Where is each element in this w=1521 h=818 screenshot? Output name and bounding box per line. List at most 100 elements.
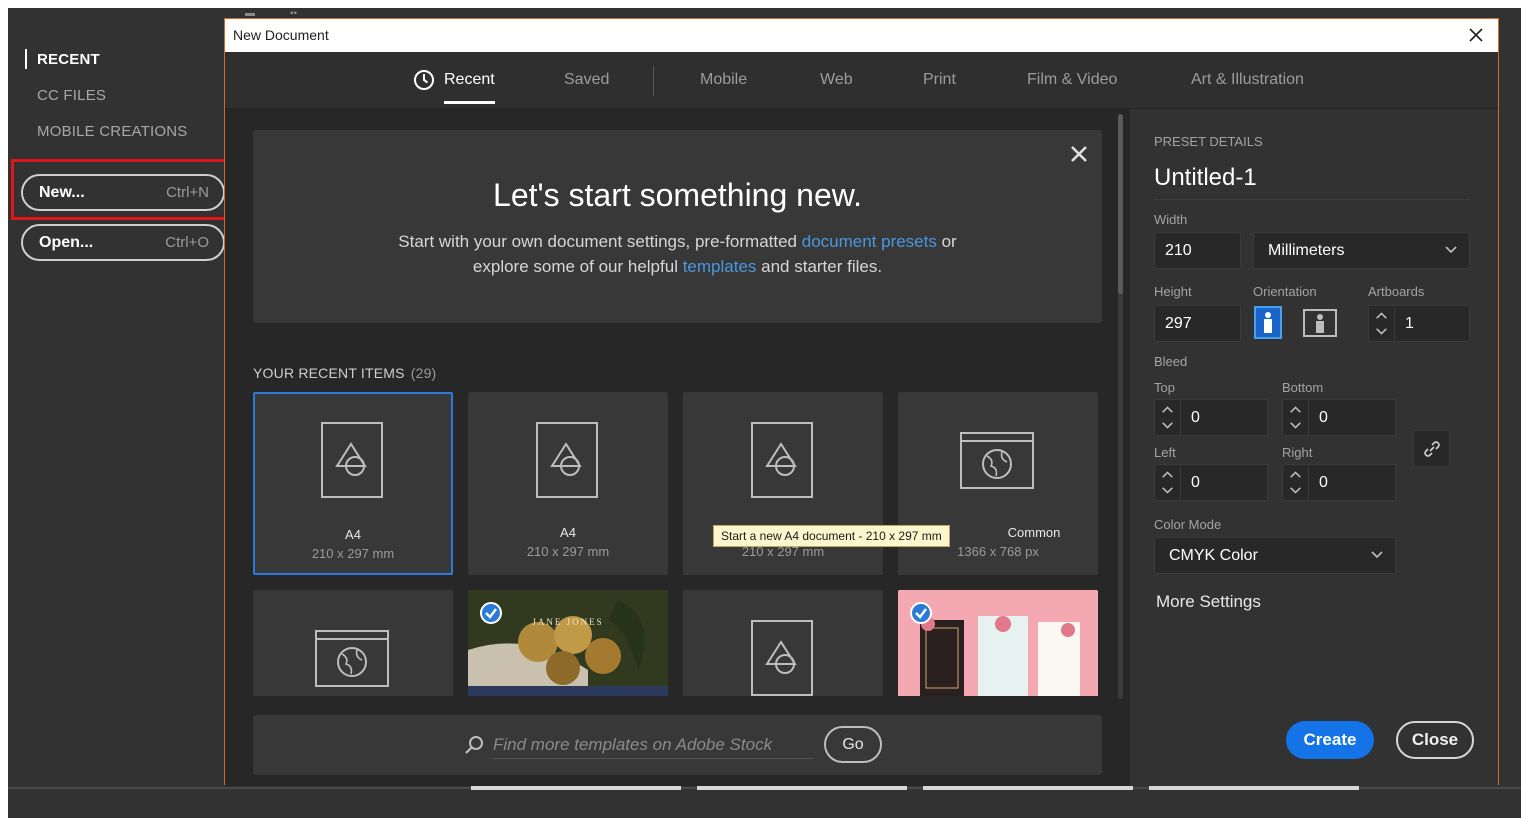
- artboard-shapes-icon: [321, 422, 383, 498]
- create-button[interactable]: Create: [1286, 721, 1374, 759]
- link-icon: [1424, 441, 1440, 457]
- recent-item-card[interactable]: A4 210 x 297 mm: [253, 392, 453, 575]
- stepper-arrows-icon[interactable]: [1155, 400, 1181, 435]
- checkmark-icon: [485, 608, 497, 619]
- stepper-arrows-icon[interactable]: [1283, 400, 1309, 435]
- web-globe-icon: [960, 432, 1034, 489]
- height-input[interactable]: 297: [1154, 305, 1241, 342]
- width-label: Width: [1154, 212, 1188, 227]
- recent-heading-label: YOUR RECENT ITEMS: [253, 365, 405, 381]
- close-button[interactable]: Close: [1396, 721, 1474, 759]
- units-select[interactable]: Millimeters: [1253, 232, 1470, 269]
- template-card-wedding[interactable]: [898, 590, 1098, 696]
- tab-film-video[interactable]: Film & Video: [1027, 71, 1117, 89]
- stock-search-bar: Go: [253, 715, 1102, 775]
- bleed-top-label: Top: [1154, 380, 1175, 395]
- tab-recent[interactable]: Recent: [413, 70, 495, 104]
- open-file-button[interactable]: Open... Ctrl+O: [21, 224, 225, 261]
- artboards-label: Artboards: [1368, 284, 1425, 299]
- go-button[interactable]: Go: [824, 726, 882, 763]
- chevron-down-icon: [1445, 246, 1457, 254]
- banner-text-part: or: [936, 232, 957, 251]
- recent-item-card[interactable]: A4 210 x 297 mm: [468, 392, 668, 575]
- color-mode-select[interactable]: CMYK Color: [1154, 537, 1396, 574]
- link-bleed-button[interactable]: [1413, 430, 1450, 467]
- bleed-right-label: Right: [1282, 445, 1313, 460]
- bleed-left-label: Left: [1154, 445, 1176, 460]
- document-presets-link[interactable]: document presets: [802, 232, 937, 251]
- tab-print[interactable]: Print: [923, 71, 956, 89]
- stock-search-input[interactable]: [493, 731, 813, 759]
- main-scrollbar[interactable]: [1118, 114, 1123, 699]
- clock-icon: [414, 70, 434, 90]
- artboard-shapes-icon: [751, 422, 813, 498]
- recent-item-name: A4: [345, 527, 361, 542]
- banner-title: Let's start something new.: [493, 177, 862, 213]
- preset-details-panel: PRESET DETAILS Untitled-1 Width 210 Mill…: [1130, 109, 1498, 786]
- tab-mobile[interactable]: Mobile: [700, 71, 747, 89]
- new-button-shortcut: Ctrl+N: [166, 184, 209, 201]
- tab-art-illustration[interactable]: Art & Illustration: [1191, 71, 1304, 89]
- stepper-arrows-icon[interactable]: [1155, 465, 1181, 500]
- color-mode-value: CMYK Color: [1169, 547, 1258, 564]
- width-input[interactable]: 210: [1154, 232, 1241, 269]
- bleed-left-stepper[interactable]: 0: [1154, 464, 1268, 501]
- bleed-bottom-stepper[interactable]: 0: [1282, 399, 1396, 436]
- close-banner-icon[interactable]: [1068, 143, 1090, 165]
- color-mode-label: Color Mode: [1154, 517, 1222, 532]
- open-button-label: Open...: [39, 233, 94, 251]
- landscape-orientation-icon[interactable]: [1303, 306, 1337, 339]
- artboard-shapes-icon: [536, 422, 598, 498]
- recent-items-grid: A4 210 x 297 mm A4 210 x 297 mm 210 x 29…: [253, 392, 1103, 696]
- dialog-title: New Document: [233, 27, 329, 43]
- sidebar-item-mobile-creations[interactable]: MOBILE CREATIONS: [8, 118, 228, 154]
- height-label: Height: [1154, 284, 1192, 299]
- scrollbar-thumb[interactable]: [1118, 114, 1123, 294]
- sidebar-item-recent[interactable]: RECENT: [8, 46, 228, 82]
- tab-web[interactable]: Web: [820, 71, 853, 89]
- tab-separator: [653, 66, 654, 96]
- templates-link[interactable]: templates: [683, 257, 757, 276]
- checkmark-badge-icon: [480, 602, 502, 624]
- bleed-top-stepper[interactable]: 0: [1154, 399, 1268, 436]
- recent-items-heading: YOUR RECENT ITEMS (29): [253, 365, 436, 381]
- bleed-right-value: 0: [1319, 474, 1328, 491]
- stepper-arrows-icon[interactable]: [1283, 465, 1309, 500]
- recent-item-size: 210 x 297 mm: [526, 544, 610, 559]
- active-tab-indicator: [444, 101, 495, 104]
- checkmark-icon: [915, 608, 927, 619]
- checkmark-badge-icon: [910, 602, 932, 624]
- tab-saved[interactable]: Saved: [564, 71, 609, 89]
- recent-item-name: Common: [1007, 525, 1061, 540]
- recent-item-size: 210 x 297 mm: [311, 546, 395, 561]
- home-sidebar: RECENT CC FILES MOBILE CREATIONS: [8, 46, 228, 154]
- orientation-label: Orientation: [1253, 284, 1317, 299]
- close-icon[interactable]: [1464, 23, 1488, 47]
- dialog-titlebar: New Document: [225, 19, 1498, 52]
- bleed-top-value: 0: [1191, 409, 1200, 426]
- web-globe-icon: [315, 630, 389, 687]
- bleed-right-stepper[interactable]: 0: [1282, 464, 1396, 501]
- sidebar-item-cc-files[interactable]: CC FILES: [8, 82, 228, 118]
- template-card-food[interactable]: JANE JONES: [468, 590, 668, 696]
- recent-item-name: A4: [560, 525, 576, 540]
- stepper-arrows-icon[interactable]: [1369, 306, 1395, 341]
- illustrator-home-screen: ▬ ▪▪ RECENT CC FILES MOBILE CREATIONS Ne…: [8, 8, 1521, 818]
- recent-item-card[interactable]: Common 1366 x 768 px: [898, 392, 1098, 575]
- recent-item-card[interactable]: [683, 590, 883, 696]
- bleed-left-value: 0: [1191, 474, 1200, 491]
- recent-item-card[interactable]: [253, 590, 453, 696]
- menu-glyph: ▬: [245, 8, 255, 19]
- bleed-label: Bleed: [1154, 354, 1188, 369]
- search-icon: [465, 736, 483, 754]
- preset-details-heading: PRESET DETAILS: [1154, 134, 1263, 149]
- artboards-stepper[interactable]: 1: [1368, 305, 1470, 342]
- more-settings-button[interactable]: More Settings: [1156, 592, 1261, 612]
- new-file-button[interactable]: New... Ctrl+N: [21, 174, 225, 211]
- banner-text-part: explore some of our helpful: [472, 257, 683, 276]
- recent-count: (29): [410, 365, 437, 381]
- document-name-field[interactable]: Untitled-1: [1154, 164, 1470, 200]
- recent-item-card[interactable]: 210 x 297 mm: [683, 392, 883, 575]
- portrait-orientation-icon[interactable]: [1254, 306, 1282, 339]
- open-button-shortcut: Ctrl+O: [165, 234, 209, 251]
